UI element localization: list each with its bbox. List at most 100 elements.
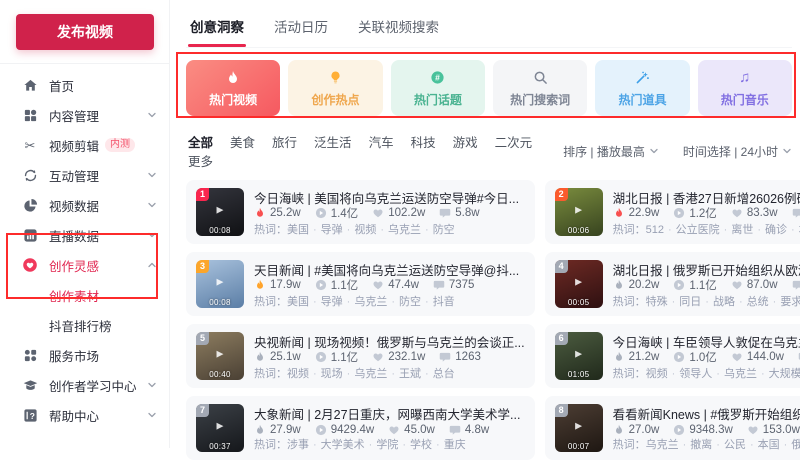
keyword-link[interactable]: 512 <box>646 224 664 236</box>
video-thumbnail[interactable]: 5 ▶ 00:40 <box>196 332 244 380</box>
sidebar-item[interactable]: 服务市场 <box>0 340 169 370</box>
keyword-link[interactable]: 导弹 <box>321 296 343 308</box>
time-range-dropdown[interactable]: 时间选择 | 24小时 <box>683 143 792 160</box>
keyword-link[interactable]: 领导人 <box>679 368 712 380</box>
video-thumbnail[interactable]: 3 ▶ 00:08 <box>196 260 244 308</box>
category-card[interactable]: 热门视频 <box>186 60 280 116</box>
keyword-link[interactable]: 要求 <box>780 296 800 308</box>
keyword-link[interactable]: 撤离 <box>690 439 712 451</box>
tab[interactable]: 创意洞察 <box>190 16 244 38</box>
keyword-link[interactable]: 大学美术 <box>321 439 365 451</box>
filter-tag[interactable]: 旅行 <box>272 136 297 150</box>
keyword-link[interactable]: 涉事 <box>287 439 309 451</box>
video-title[interactable]: 今日海峡 | 美国将向乌克兰运送防空导弹#今日... <box>254 188 525 205</box>
filter-tag[interactable]: 泛生活 <box>314 136 352 150</box>
category-card[interactable]: 创作热点 <box>288 60 382 116</box>
keyword-link[interactable]: 乌克兰 <box>354 296 387 308</box>
video-thumbnail[interactable]: 7 ▶ 00:37 <box>196 404 244 452</box>
keyword-link[interactable]: 公立医院 <box>676 224 720 236</box>
keyword-link[interactable]: 现场 <box>321 368 343 380</box>
video-thumbnail[interactable]: 1 ▶ 00:08 <box>196 188 244 236</box>
video-title[interactable]: 天目新闻 | #美国将向乌克兰运送防空导弹@抖... <box>254 260 525 277</box>
sidebar-item[interactable]: 创作者学习中心 <box>0 370 169 400</box>
keyword-link[interactable]: 视频 <box>646 368 668 380</box>
sidebar-item[interactable]: 视频数据 <box>0 190 169 220</box>
keyword-link[interactable]: 视频 <box>287 368 309 380</box>
chevron-down-icon <box>649 146 659 156</box>
video-card[interactable]: 2 ▶ 00:06 湖北日报 | 香港27日新增26026例确诊，本轮疫... … <box>545 180 800 244</box>
video-card[interactable]: 3 ▶ 00:08 天目新闻 | #美国将向乌克兰运送防空导弹@抖... 17.… <box>186 252 535 316</box>
video-card[interactable]: 4 ▶ 00:05 湖北日报 | 俄罗斯已开始组织从欧洲撤离本国公... 20.… <box>545 252 800 316</box>
keyword-link[interactable]: 特殊 <box>646 296 668 308</box>
keyword-link[interactable]: 重庆 <box>444 439 466 451</box>
video-card[interactable]: 5 ▶ 00:40 央视新闻 | 现场视频！俄罗斯与乌克兰的会谈正... 25.… <box>186 324 535 388</box>
video-thumbnail[interactable]: 2 ▶ 00:06 <box>555 188 603 236</box>
category-card[interactable]: 热门搜索词 <box>493 60 587 116</box>
tab[interactable]: 活动日历 <box>274 16 328 38</box>
video-thumbnail[interactable]: 8 ▶ 00:07 <box>555 404 603 452</box>
video-card[interactable]: 6 ▶ 01:05 今日海峡 | 车臣领导人敦促在乌克兰展开大规模... 21.… <box>545 324 800 388</box>
keyword-link[interactable]: 乌克兰 <box>354 368 387 380</box>
sidebar-item[interactable]: 互动管理 <box>0 160 169 190</box>
keyword-link[interactable]: 美国 <box>287 296 309 308</box>
keyword-link[interactable]: 美国 <box>287 224 309 236</box>
filter-tag[interactable]: 二次元 <box>495 136 533 150</box>
keyword-link[interactable]: 防空 <box>433 224 455 236</box>
keyword-link[interactable]: 学校 <box>410 439 432 451</box>
sidebar-item[interactable]: 抖音排行榜 <box>0 310 169 340</box>
keyword-link[interactable]: 离世 <box>731 224 753 236</box>
sort-dropdown[interactable]: 排序 | 播放最高 <box>563 143 659 160</box>
keyword-link[interactable]: 防空 <box>399 296 421 308</box>
video-card[interactable]: 8 ▶ 00:07 看看新闻Knews | #俄罗斯开始组织 从#欧洲#撤离本.… <box>545 396 800 460</box>
video-title[interactable]: 今日海峡 | 车臣领导人敦促在乌克兰展开大规模... <box>613 332 800 349</box>
filter-tag[interactable]: 全部 <box>188 136 213 150</box>
video-title[interactable]: 看看新闻Knews | #俄罗斯开始组织 从#欧洲#撤离本... <box>613 404 800 423</box>
video-title[interactable]: 央视新闻 | 现场视频！俄罗斯与乌克兰的会谈正... <box>254 332 525 349</box>
keyword-link[interactable]: 乌克兰 <box>724 368 757 380</box>
filter-tag[interactable]: 美食 <box>230 136 255 150</box>
video-card[interactable]: 1 ▶ 00:08 今日海峡 | 美国将向乌克兰运送防空导弹#今日... 25.… <box>186 180 535 244</box>
category-card[interactable]: #热门话题 <box>391 60 485 116</box>
tab[interactable]: 关联视频搜索 <box>358 16 439 38</box>
keyword-link[interactable]: 俄罗斯 <box>791 439 800 451</box>
video-thumbnail[interactable]: 6 ▶ 01:05 <box>555 332 603 380</box>
keyword-link[interactable]: 确诊 <box>765 224 787 236</box>
keyword-link[interactable]: 抖音 <box>433 296 455 308</box>
video-duration: 00:08 <box>196 226 244 235</box>
keyword-link[interactable]: 总统 <box>747 296 769 308</box>
publish-video-button[interactable]: 发布视频 <box>16 14 154 50</box>
video-stats: 22.9w 1.2亿 83.3w 289 <box>613 205 800 221</box>
keyword-link[interactable]: 视频 <box>354 224 376 236</box>
keyword-link[interactable]: 学院 <box>376 439 398 451</box>
filter-tag[interactable]: 科技 <box>411 136 436 150</box>
sidebar-item[interactable]: 创作素材 <box>0 280 169 310</box>
video-title[interactable]: 湖北日报 | 俄罗斯已开始组织从欧洲撤离本国公... <box>613 260 800 277</box>
keyword-link[interactable]: 乌克兰 <box>646 439 679 451</box>
video-title[interactable]: 湖北日报 | 香港27日新增26026例确诊，本轮疫... <box>613 188 800 205</box>
video-thumbnail[interactable]: 4 ▶ 00:05 <box>555 260 603 308</box>
sidebar-item[interactable]: 首页 <box>0 70 169 100</box>
video-card[interactable]: 7 ▶ 00:37 大象新闻 | 2月27日重庆，网曝西南大学美术学... 27… <box>186 396 535 460</box>
keyword-link[interactable]: 同日 <box>679 296 701 308</box>
category-card[interactable]: 热门道具 <box>595 60 689 116</box>
filter-tag[interactable]: 更多 <box>188 155 213 169</box>
category-card[interactable]: ♫热门音乐 <box>698 60 792 116</box>
play-icon: ▶ <box>575 349 582 360</box>
filter-tag[interactable]: 游戏 <box>453 136 478 150</box>
keyword-link[interactable]: 乌克兰 <box>388 224 421 236</box>
keyword-link[interactable]: 王斌 <box>399 368 421 380</box>
sidebar-item[interactable]: 创作灵感 <box>0 250 169 280</box>
keyword-link[interactable]: 大规模 <box>769 368 800 380</box>
sidebar-item[interactable]: ?帮助中心 <box>0 400 169 430</box>
keyword-link[interactable]: 公民 <box>724 439 746 451</box>
sidebar-item[interactable]: 直播数据 <box>0 220 169 250</box>
keyword-link[interactable]: 导弹 <box>321 224 343 236</box>
filter-tag[interactable]: 汽车 <box>369 136 394 150</box>
keyword-link[interactable]: 战略 <box>713 296 735 308</box>
sidebar-item[interactable]: 内容管理 <box>0 100 169 130</box>
hot-count: 22.9w <box>629 207 660 219</box>
sidebar-item[interactable]: ✂视频剪辑内测 <box>0 130 169 160</box>
video-title[interactable]: 大象新闻 | 2月27日重庆，网曝西南大学美术学... <box>254 404 525 423</box>
keyword-link[interactable]: 总台 <box>433 368 455 380</box>
keyword-link[interactable]: 本国 <box>758 439 780 451</box>
